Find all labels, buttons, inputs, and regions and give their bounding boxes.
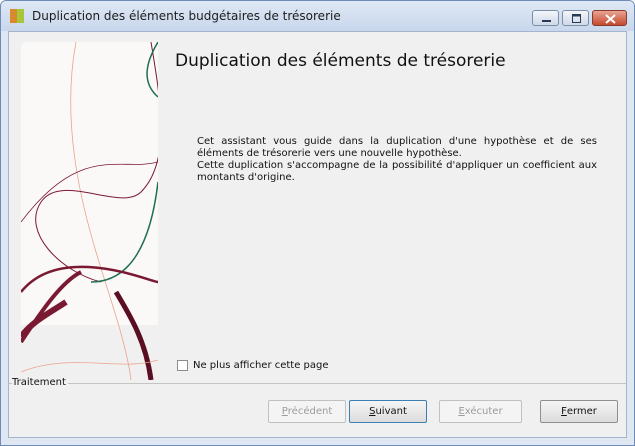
next-button[interactable]: Suivant (349, 400, 427, 423)
maximize-icon (572, 14, 581, 23)
page-title: Duplication des éléments de trésorerie (175, 51, 506, 71)
maximize-button[interactable] (562, 10, 589, 26)
app-icon (10, 9, 24, 23)
treatment-group-label: Traitement (12, 377, 68, 388)
intro-text: Cet assistant vous guide dans la duplica… (197, 136, 597, 184)
minimize-button[interactable] (532, 10, 559, 26)
dont-show-again-label[interactable]: Ne plus afficher cette page (193, 360, 329, 371)
execute-button[interactable]: Exécuter (439, 400, 522, 423)
previous-button-label: récédent (287, 406, 333, 417)
intro-paragraph-2: Cette duplication s'accompagne de la pos… (197, 160, 597, 183)
close-button-label: ermer (566, 406, 597, 417)
close-icon (605, 14, 616, 24)
title-bar[interactable]: Duplication des éléments budgétaires de … (1, 1, 634, 31)
wizard-side-illustration (21, 42, 158, 380)
intro-paragraph-1: Cet assistant vous guide dans la duplica… (197, 136, 597, 159)
previous-button[interactable]: Précédent (268, 400, 346, 423)
execute-button-label: xécuter (464, 406, 503, 417)
window-title: Duplication des éléments budgétaires de … (32, 9, 341, 23)
next-button-label: uivant (375, 406, 407, 417)
dont-show-again-checkbox[interactable] (177, 360, 188, 371)
close-window-button[interactable] (592, 10, 627, 26)
wizard-content: Duplication des éléments de trésorerie C… (8, 31, 627, 438)
treatment-groupbox-line (9, 383, 626, 384)
wizard-window: Duplication des éléments budgétaires de … (0, 0, 635, 446)
close-button[interactable]: Fermer (540, 400, 618, 423)
minimize-icon (542, 20, 551, 22)
